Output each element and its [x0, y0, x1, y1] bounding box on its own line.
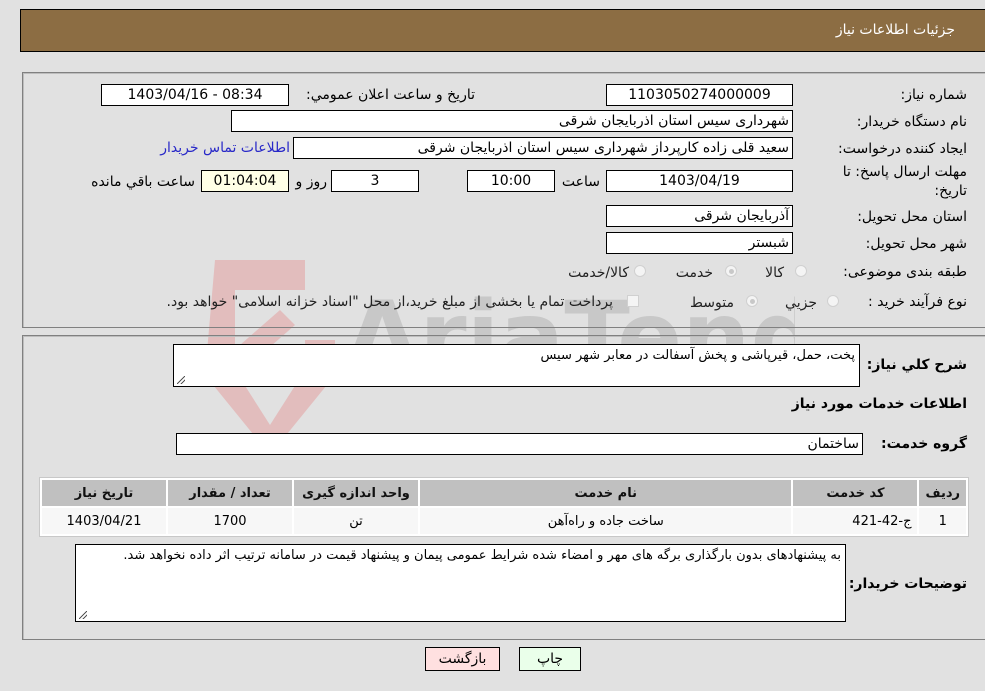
- page-title: جزئیات اطلاعات نیاز: [835, 22, 955, 38]
- resize-grip-icon[interactable]: [177, 376, 185, 384]
- description-label: شرح كلي نياز:: [866, 357, 967, 373]
- service-group-label: گروه خدمت:: [881, 436, 967, 452]
- table-row: 1 ج-42-421 ساخت جاده و راه‌آهن تن 1700 1…: [42, 508, 966, 534]
- remaining-days-field[interactable]: 3: [331, 170, 419, 192]
- header-bar: جزئیات اطلاعات نیاز: [20, 9, 985, 52]
- cell-date: 1403/04/21: [42, 508, 166, 534]
- remaining-time-label: ساعت باقي مانده: [91, 174, 195, 190]
- print-button[interactable]: چاپ: [519, 647, 581, 671]
- buyer-contact-link[interactable]: اطلاعات تماس خریدار: [160, 140, 290, 156]
- purchase-radio-medium[interactable]: [746, 295, 758, 307]
- need-number-label: شماره نیاز:: [900, 87, 968, 103]
- col-header-code: کد خدمت: [793, 480, 918, 506]
- buyer-notes-textarea[interactable]: به پیشنهادهای بدون بارگذاری برگه های مهر…: [75, 544, 846, 622]
- need-number-field[interactable]: 1103050274000009: [606, 84, 793, 106]
- delivery-city-label: شهر محل تحویل:: [865, 236, 967, 252]
- buyer-notes-label: توضیحات خریدار:: [848, 576, 967, 592]
- purchase-option-minor: جزيي: [785, 295, 817, 311]
- category-option-service: خدمت: [675, 265, 713, 281]
- deadline-time-label: ساعت: [561, 174, 600, 190]
- col-header-unit: واحد اندازه گیری: [294, 480, 418, 506]
- col-header-date: تاریخ نیاز: [42, 480, 166, 506]
- deadline-time-field[interactable]: 10:00: [467, 170, 555, 192]
- cell-row: 1: [919, 508, 966, 534]
- deadline-date-field[interactable]: 1403/04/19: [606, 170, 793, 192]
- col-header-qty: تعداد / مقدار: [168, 480, 292, 506]
- purchase-type-label: نوع فرآیند خرید :: [868, 294, 967, 310]
- category-option-goods-service: کالا/خدمت: [568, 265, 629, 281]
- treasury-checkbox[interactable]: [627, 295, 639, 307]
- cell-code: ج-42-421: [793, 508, 918, 534]
- buyer-org-field[interactable]: شهرداری سیس استان اذربایجان شرقی: [231, 110, 793, 132]
- days-label: روز و: [295, 174, 328, 190]
- announce-datetime-field[interactable]: 1403/04/16 - 08:34: [101, 84, 289, 106]
- purchase-option-medium: متوسط: [690, 295, 734, 311]
- cell-qty: 1700: [168, 508, 292, 534]
- delivery-city-field[interactable]: شبستر: [606, 232, 793, 254]
- cell-name: ساخت جاده و راه‌آهن: [420, 508, 792, 534]
- requester-field[interactable]: سعید قلی زاده کارپرداز شهرداری سیس استان…: [293, 137, 793, 159]
- col-header-row: ردیف: [919, 480, 966, 506]
- cell-unit: تن: [294, 508, 418, 534]
- description-text: پخت، حمل، قیرپاشی و پخش آسفالت در معابر …: [540, 348, 855, 363]
- remaining-time-field: 01:04:04: [201, 170, 289, 192]
- back-button[interactable]: بازگشت: [425, 647, 500, 671]
- category-radio-service[interactable]: [725, 265, 737, 277]
- category-label: طبقه بندی موضوعی:: [843, 264, 967, 280]
- delivery-province-label: استان محل تحویل:: [857, 209, 967, 225]
- delivery-province-field[interactable]: آذربایجان شرقی: [606, 205, 793, 227]
- category-radio-goods[interactable]: [795, 265, 807, 277]
- deadline-label: مهلت ارسال پاسخ: تا تاریخ:: [842, 164, 967, 199]
- services-table: ردیف کد خدمت نام خدمت واحد اندازه گیری ت…: [39, 477, 969, 537]
- service-group-field[interactable]: ساختمان: [176, 433, 863, 455]
- services-section-title: اطلاعات خدمات مورد نیاز: [791, 396, 967, 412]
- requester-label: ایجاد کننده درخواست:: [838, 141, 967, 157]
- resize-grip-icon[interactable]: [79, 611, 87, 619]
- table-header-row: ردیف کد خدمت نام خدمت واحد اندازه گیری ت…: [42, 480, 966, 506]
- col-header-name: نام خدمت: [420, 480, 792, 506]
- purchase-radio-minor[interactable]: [827, 295, 839, 307]
- treasury-note: پرداخت تمام یا بخشی از مبلغ خرید،از محل …: [166, 294, 613, 310]
- category-radio-goods-service[interactable]: [634, 265, 646, 277]
- description-textarea[interactable]: پخت، حمل، قیرپاشی و پخش آسفالت در معابر …: [173, 344, 860, 387]
- category-option-goods: کالا: [765, 265, 784, 281]
- buyer-org-label: نام دستگاه خریدار:: [856, 114, 967, 130]
- announce-datetime-label: تاریخ و ساعت اعلان عمومي:: [306, 87, 475, 103]
- buyer-notes-text: به پیشنهادهای بدون بارگذاری برگه های مهر…: [123, 548, 841, 563]
